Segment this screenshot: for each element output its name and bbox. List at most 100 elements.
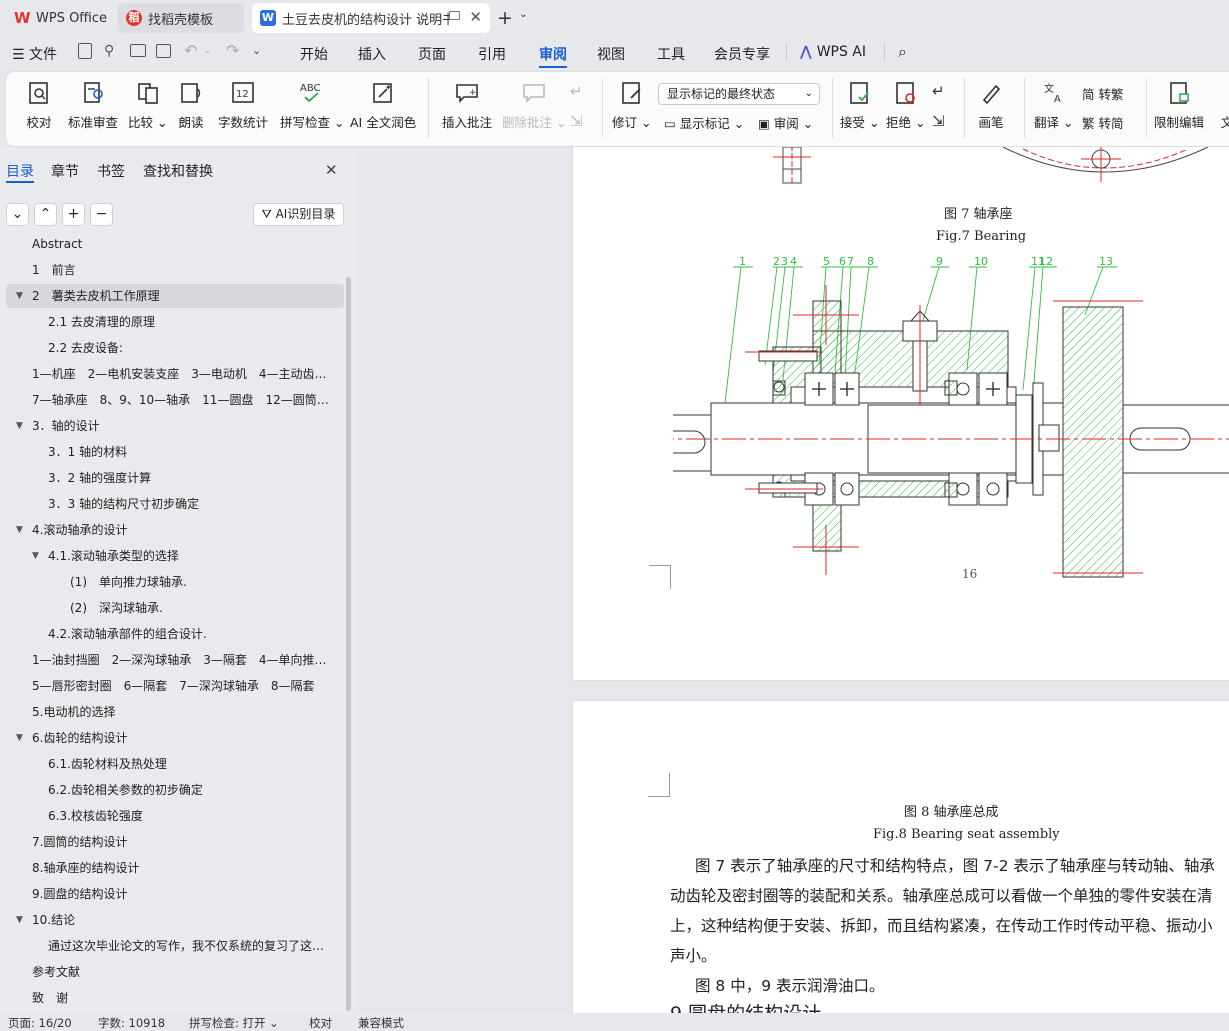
word-count-button[interactable]: 12 字数统计: [218, 80, 268, 131]
toc-item[interactable]: 6.3.校核齿轮强度: [0, 804, 344, 828]
menu-home[interactable]: 开始: [300, 44, 328, 64]
to-simplified-button[interactable]: 繁 转简: [1082, 113, 1124, 132]
toc-item[interactable]: 1—机座 2—电机安装支座 3—电动机 4—主动齿轮 5—从动齿轮: [0, 362, 344, 386]
restrict-edit-button[interactable]: 限制编辑: [1154, 80, 1204, 131]
expand-arrow-icon[interactable]: ▼: [16, 414, 23, 438]
menu-view[interactable]: 视图: [597, 44, 625, 64]
translate-button[interactable]: 文A 翻译 ⌄: [1034, 80, 1073, 131]
toc-item[interactable]: ▼ 2 薯类去皮机工作原理: [6, 284, 344, 308]
toc-item[interactable]: ▼ 6.齿轮的结构设计: [0, 726, 344, 750]
toc-item[interactable]: 2.1 去皮清理的原理: [0, 310, 344, 334]
remove-heading-button[interactable]: −: [90, 203, 113, 226]
toc-item[interactable]: 3．1 轴的材料: [0, 440, 344, 464]
toc-item[interactable]: 2.2 去皮设备:: [0, 336, 344, 360]
collapse-up-button[interactable]: ⌃: [34, 203, 57, 226]
undo-icon[interactable]: ↶: [184, 41, 197, 60]
toc-item[interactable]: (1) 单向推力球轴承.: [0, 570, 344, 594]
toc-scrollbar[interactable]: [346, 277, 351, 1011]
toc-item[interactable]: ▼ 4.滚动轴承的设计: [0, 518, 344, 542]
menu-tools[interactable]: 工具: [657, 44, 685, 64]
collapse-down-button[interactable]: ⌄: [6, 203, 29, 226]
search-icon[interactable]: ⌕: [898, 42, 907, 62]
menu-insert[interactable]: 插入: [358, 44, 386, 64]
expand-arrow-icon[interactable]: ▼: [16, 518, 23, 542]
pen-button[interactable]: 画笔: [978, 80, 1004, 131]
redo-icon[interactable]: ↷: [226, 41, 239, 60]
delete-comment-button[interactable]: 删除批注 ⌄: [502, 80, 566, 131]
toc-item[interactable]: 参考文献: [0, 960, 344, 984]
file-menu[interactable]: ☰ 文件: [12, 44, 57, 64]
tab-find-replace[interactable]: 查找和替换: [143, 161, 213, 181]
save-icon[interactable]: [78, 43, 92, 59]
insert-comment-button[interactable]: + 插入批注: [442, 80, 492, 131]
close-panel-icon[interactable]: ✕: [325, 161, 338, 179]
previous-comment-icon[interactable]: ↵: [570, 82, 583, 100]
next-change-icon[interactable]: ⇲: [932, 112, 945, 130]
toc-item[interactable]: ▼ 4.1.滚动轴承类型的选择: [0, 544, 344, 568]
show-markup-button[interactable]: ▭ 显示标记 ⌄: [664, 113, 744, 132]
toc-item[interactable]: 3．2 轴的强度计算: [0, 466, 344, 490]
toc-item[interactable]: 9.圆盘的结构设计: [0, 882, 344, 906]
export-pdf-icon[interactable]: ⚲: [104, 43, 114, 59]
toc-item[interactable]: 致 谢: [0, 986, 344, 1010]
toc-item[interactable]: 4.2.滚动轴承部件的组合设计.: [0, 622, 344, 646]
tab-sections[interactable]: 章节: [51, 161, 79, 181]
print-icon[interactable]: [130, 44, 146, 57]
toc-item[interactable]: 8.轴承座的结构设计: [0, 856, 344, 880]
spell-check-indicator[interactable]: 拼写检查: 打开 ⌄: [189, 1015, 279, 1031]
menu-page[interactable]: 页面: [418, 44, 446, 64]
add-heading-button[interactable]: +: [62, 203, 85, 226]
toc-item[interactable]: 1 前言: [0, 258, 344, 282]
ai-polish-button[interactable]: ✦ AI 全文润色: [350, 80, 416, 131]
tab-toc[interactable]: 目录: [6, 161, 34, 181]
markup-state-select[interactable]: 显示标记的最终状态 ⌄: [658, 83, 820, 105]
toc-item[interactable]: (2) 深沟球轴承.: [0, 596, 344, 620]
to-traditional-button[interactable]: 简 转繁: [1082, 84, 1124, 103]
menu-membership[interactable]: 会员专享: [714, 44, 770, 64]
tab-wps-office[interactable]: W WPS Office: [6, 3, 110, 33]
toc-item[interactable]: 7.圆筒的结构设计: [0, 830, 344, 854]
review-pane-button[interactable]: ▣ 审阅 ⌄: [758, 113, 813, 132]
proofread-button[interactable]: 校对: [26, 80, 52, 131]
compare-button[interactable]: 比较 ⌄: [128, 80, 167, 131]
toc-item[interactable]: 5—唇形密封圈 6—隔套 7—深沟球轴承 8—隔套: [0, 674, 344, 698]
menu-review[interactable]: 审阅: [539, 44, 567, 64]
reject-button[interactable]: 拒绝 ⌄: [886, 80, 925, 131]
close-tab-icon[interactable]: ✕: [469, 8, 482, 26]
toc-item[interactable]: 1—油封挡圈 2—深沟球轴承 3—隔套 4—单向推力球轴承: [0, 648, 344, 672]
tab-docer-templates[interactable]: 稻 找稻壳模板: [118, 3, 244, 33]
track-changes-button[interactable]: 修订 ⌄: [612, 80, 651, 131]
toc-item[interactable]: 5.电动机的选择: [0, 700, 344, 724]
word-count-indicator[interactable]: 字数: 10918: [98, 1015, 165, 1031]
read-aloud-button[interactable]: 朗读: [178, 80, 204, 131]
toc-item[interactable]: 6.1.齿轮材料及热处理: [0, 752, 344, 776]
tab-current-document[interactable]: W 土豆去皮机的结构设计 说明书 ✕: [252, 3, 490, 33]
page-indicator[interactable]: 页面: 16/20: [8, 1015, 72, 1031]
new-tab-icon[interactable]: +: [497, 7, 513, 29]
toc-item[interactable]: ▼ 3．轴的设计: [0, 414, 344, 438]
toc-item[interactable]: 通过这次毕业论文的写作，我不仅系统的复习了这四年所学: [0, 934, 344, 958]
expand-arrow-icon[interactable]: ▼: [32, 544, 39, 568]
toc-item[interactable]: 6.2.齿轮相关参数的初步确定: [0, 778, 344, 802]
standard-review-button[interactable]: 标准审查: [68, 80, 118, 131]
next-comment-icon[interactable]: ⇲: [570, 112, 583, 130]
undo-dropdown-icon[interactable]: ⌄: [204, 46, 212, 56]
ai-toc-button[interactable]: ⛛ AI识别目录: [253, 203, 344, 226]
expand-arrow-icon[interactable]: ▼: [16, 908, 23, 932]
tab-bookmarks[interactable]: 书签: [97, 161, 125, 181]
toc-item[interactable]: 3．3 轴的结构尺寸初步确定: [0, 492, 344, 516]
spell-check-button[interactable]: ABC 拼写检查 ⌄: [280, 80, 344, 131]
toc-item[interactable]: 7—轴承座 8、9、10—轴承 11—圆盘 12—圆筒 13—齿圈: [0, 388, 344, 412]
menu-references[interactable]: 引用: [478, 44, 506, 64]
print-preview-icon[interactable]: [156, 44, 171, 58]
expand-arrow-icon[interactable]: ▼: [16, 726, 23, 750]
expand-arrow-icon[interactable]: ▼: [16, 284, 23, 308]
more-ribbon-button[interactable]: 文: [1214, 80, 1229, 131]
quick-access-more-icon[interactable]: ⌄: [252, 44, 261, 57]
toc-item[interactable]: Abstract: [0, 234, 344, 256]
tab-list-chevron-icon[interactable]: ⌄: [519, 9, 527, 20]
menu-wps-ai[interactable]: ⋀ WPS AI: [800, 44, 866, 60]
accept-button[interactable]: 接受 ⌄: [840, 80, 879, 131]
toc-item[interactable]: ▼ 10.结论: [0, 908, 344, 932]
previous-change-icon[interactable]: ↵: [932, 82, 945, 100]
